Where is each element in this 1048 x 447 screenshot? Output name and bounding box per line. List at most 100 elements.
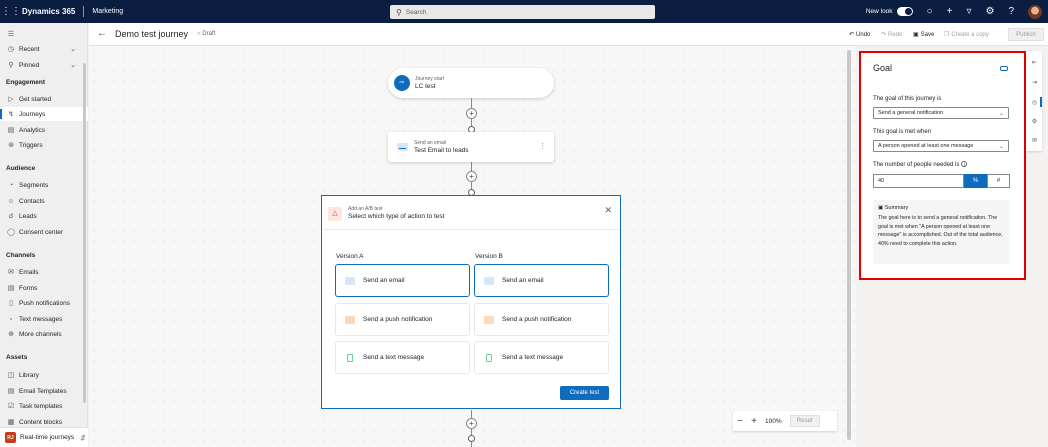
undo-label: Undo — [856, 31, 871, 38]
play-icon: ▷ — [8, 96, 14, 103]
entry-icon[interactable]: ⇤ — [1031, 59, 1038, 66]
goal-type-label: The goal of this journey is — [873, 96, 942, 102]
link-icon[interactable] — [1000, 66, 1008, 71]
sidebar-item-recent[interactable]: ◷ Recent ⌄ — [0, 42, 88, 56]
version-b-send-push[interactable]: Send a push notification — [475, 304, 608, 335]
content-block-icon: ▦ — [7, 419, 15, 426]
redo-label: Redo — [888, 31, 903, 38]
search-input[interactable]: ⚲ Search — [390, 5, 655, 19]
sidebar-scrollbar[interactable] — [83, 63, 86, 403]
sidebar-item-triggers[interactable]: ⊛ Triggers — [0, 138, 88, 152]
sidebar-item-get-started[interactable]: ▷ Get started — [0, 92, 88, 106]
form-icon: ▤ — [7, 285, 15, 292]
chevron-down-icon[interactable]: ⌄ — [70, 45, 76, 53]
goal-summary: ▣ Summary The goal here is to send a gen… — [873, 200, 1009, 264]
sidebar-item-label: Leads — [19, 212, 37, 220]
redo-button[interactable]: ↷ Redo — [881, 31, 903, 39]
option-label: Send a push notification — [363, 316, 433, 323]
gear-icon[interactable]: ⚙ — [1031, 118, 1038, 125]
close-icon[interactable]: ✕ — [604, 205, 612, 216]
sidebar-item-push-notifications[interactable]: ▯ Push notifications — [0, 296, 88, 310]
search-placeholder: Search — [405, 8, 427, 16]
version-b-send-text[interactable]: Send a text message — [475, 342, 608, 373]
zoom-controls: − + 100% Reset — [733, 411, 837, 431]
sidebar-item-consent-center[interactable]: ◯ Consent center — [0, 225, 88, 239]
version-a-send-text[interactable]: Send a text message — [336, 342, 469, 373]
sidebar-item-leads[interactable]: ☌ Leads — [0, 209, 88, 223]
publish-button[interactable]: Publish — [1008, 28, 1044, 41]
zoom-level: 100% — [765, 417, 782, 425]
save-button[interactable]: ▣ Save — [913, 31, 934, 39]
sidebar-item-more-channels[interactable]: ⊕ More channels — [0, 327, 88, 341]
undo-icon: ↶ — [849, 32, 855, 38]
save-copy-button[interactable]: ❐ Create a copy — [944, 31, 989, 39]
lightbulb-icon[interactable]: ○ — [927, 6, 933, 17]
goal-type-select[interactable]: Send a general notification ⌄ — [873, 107, 1009, 119]
app-name[interactable]: Marketing — [92, 8, 123, 15]
journey-canvas[interactable]: ⇨ Journey start LC test + Send an email … — [89, 46, 856, 447]
mail-icon — [345, 276, 355, 285]
add-step-button[interactable]: + — [466, 171, 477, 182]
toggle-switch[interactable] — [896, 7, 913, 16]
ab-subtitle: Add an A/B test — [348, 206, 383, 212]
exit-icon[interactable]: ⇥ — [1031, 79, 1038, 86]
app-launcher-icon[interactable]: ⋮⋮ — [0, 0, 22, 23]
version-a-send-push[interactable]: Send a push notification — [336, 304, 469, 335]
goal-icon[interactable]: ◎ — [1031, 99, 1038, 106]
area-label: Real-time journeys — [20, 434, 75, 441]
version-a-send-email[interactable]: Send an email — [336, 265, 469, 296]
brand-name[interactable]: Dynamics 365 — [22, 7, 75, 16]
sidebar-menu-toggle[interactable]: ☰ — [0, 27, 88, 41]
sidebar-item-journeys[interactable]: ↯ Journeys — [0, 107, 88, 121]
sidebar-item-pinned[interactable]: ⚲ Pinned ⌄ — [0, 58, 88, 72]
version-b-send-email[interactable]: Send an email — [475, 265, 608, 296]
sidebar-item-email-templates[interactable]: ▤ Email Templates — [0, 384, 88, 398]
add-step-button[interactable]: + — [466, 418, 477, 429]
percent-toggle[interactable]: % — [964, 174, 987, 188]
connector-node — [468, 435, 475, 442]
canvas-scrollbar[interactable] — [847, 50, 851, 440]
goal-condition-select[interactable]: A person opened at least one message ⌄ — [873, 140, 1009, 152]
zoom-in-icon[interactable]: + — [747, 416, 761, 427]
undo-button[interactable]: ↶ Undo — [849, 31, 871, 39]
analytics-icon: ▤ — [7, 127, 15, 134]
chevron-updown-icon: ⇵ — [80, 434, 86, 442]
chevron-down-icon[interactable]: ⌄ — [70, 61, 76, 69]
gear-icon[interactable]: ⚙ — [985, 6, 994, 17]
area-switcher[interactable]: RJ Real-time journeys ⇵ — [0, 427, 88, 447]
more-options-icon[interactable]: ⋮ — [539, 142, 546, 150]
sidebar-item-contacts[interactable]: ☺ Contacts — [0, 194, 88, 208]
sidebar-item-label: Library — [19, 371, 39, 379]
filter-icon[interactable]: ▿ — [966, 6, 971, 17]
sidebar-group-engagement: Engagement — [6, 79, 46, 86]
mail-icon — [397, 143, 408, 151]
phone-icon — [347, 353, 353, 362]
send-email-card[interactable]: Send an email Test Email to leads ⋮ — [388, 132, 554, 162]
count-toggle[interactable]: # — [987, 174, 1010, 188]
zoom-out-icon[interactable]: − — [733, 416, 747, 427]
help-icon[interactable]: ? — [1008, 6, 1014, 17]
back-arrow-icon[interactable]: ← — [97, 28, 107, 39]
new-look-toggle[interactable]: New look — [866, 7, 913, 16]
info-icon[interactable]: i — [961, 161, 968, 167]
sidebar-item-forms[interactable]: ▤ Forms — [0, 281, 88, 295]
plus-icon[interactable]: + — [947, 6, 953, 17]
mail-icon[interactable]: ✉ — [1031, 137, 1038, 144]
sidebar-item-task-templates[interactable]: ☑ Task templates — [0, 399, 88, 413]
people-needed-input[interactable]: 40 — [873, 174, 964, 188]
sidebar-item-segments[interactable]: ◔ Segments — [0, 178, 88, 192]
add-step-button[interactable]: + — [466, 108, 477, 119]
goal-type-value: Send a general notification — [878, 110, 944, 116]
journey-start-card[interactable]: ⇨ Journey start LC test — [388, 68, 554, 98]
reset-zoom-button[interactable]: Reset — [789, 415, 820, 427]
sidebar-item-library[interactable]: ◫ Library — [0, 368, 88, 382]
mail-icon: ✉ — [8, 269, 14, 276]
sidebar-item-emails[interactable]: ✉ Emails — [0, 265, 88, 279]
sidebar-item-analytics[interactable]: ▤ Analytics — [0, 123, 88, 137]
sidebar-group-channels: Channels — [6, 252, 36, 259]
sidebar-item-text-messages[interactable]: ▫ Text messages — [0, 312, 88, 326]
create-test-button[interactable]: Create test — [560, 386, 609, 400]
avatar[interactable] — [1028, 4, 1042, 19]
sidebar-item-label: More channels — [19, 330, 62, 338]
sidebar-item-label: Text messages — [19, 315, 63, 323]
